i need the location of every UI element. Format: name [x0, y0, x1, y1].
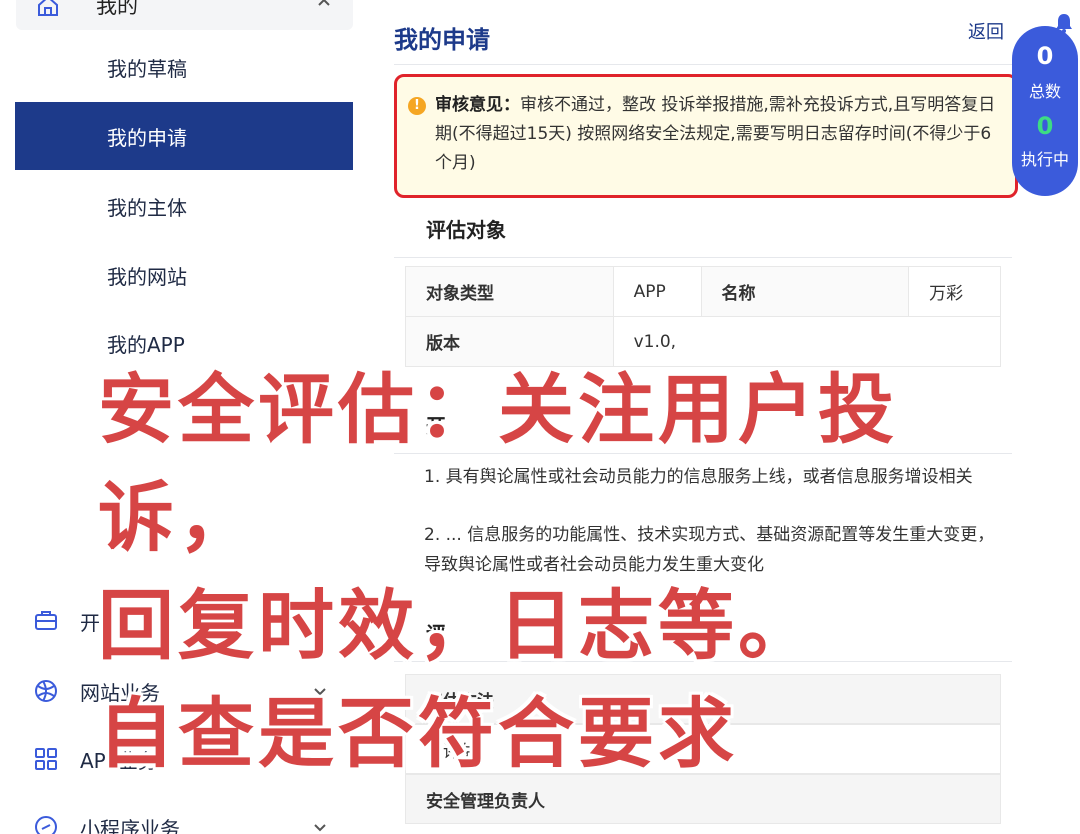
chevron-down-icon: [314, 688, 326, 696]
warning-icon: !: [408, 97, 426, 115]
bell-icon[interactable]: [1054, 12, 1074, 34]
section-title-trigger: 开: [394, 396, 1012, 454]
method-key: 评估方法: [405, 674, 1001, 724]
sidebar-item-websites[interactable]: 我的网站: [15, 241, 353, 309]
sidebar-group-app[interactable]: APP业务: [15, 726, 353, 792]
grid-icon: [35, 748, 57, 770]
sidebar-group-label: 小程序业务: [80, 816, 180, 834]
sidebar-item-applications[interactable]: 我的申请: [15, 102, 353, 170]
divider: [394, 64, 1012, 65]
eval-object-table: 对象类型 APP 名称 万彩 版本 v1.0,: [405, 266, 1002, 367]
chevron-down-icon: [314, 824, 326, 832]
manager-key: 安全管理负责人: [405, 774, 1001, 824]
chevron-up-icon: [318, 0, 330, 6]
home-icon: [38, 0, 58, 16]
table-row: 版本 v1.0,: [405, 316, 1002, 367]
sidebar: 我的 我的草稿 我的申请 我的主体 我的网站 我的APP 开 网站业务 APP业…: [0, 0, 360, 834]
sidebar-group-website[interactable]: 网站业务: [15, 658, 353, 724]
table-key: 版本: [405, 316, 614, 367]
sidebar-group-label: 开: [80, 610, 100, 635]
sidebar-item-drafts[interactable]: 我的草稿: [15, 33, 353, 101]
total-label: 总数: [1028, 82, 1061, 101]
table-row: 对象类型 APP 名称 万彩: [405, 266, 1001, 317]
running-label: 执行中: [1020, 150, 1069, 169]
globe-icon: [35, 680, 57, 702]
paragraph: 2. ... 信息服务的功能属性、技术实现方式、基础资源配置等发生重大变更，导致…: [424, 525, 995, 575]
sidebar-item-apps[interactable]: 我的APP: [15, 309, 353, 377]
sidebar-group-label: 网站业务: [80, 680, 160, 705]
sidebar-item-label: 我的: [96, 0, 138, 18]
total-count: 0: [1036, 42, 1054, 70]
sidebar-group-label: APP业务: [80, 748, 158, 773]
table-value: APP: [612, 266, 702, 317]
back-link[interactable]: 返回: [968, 18, 1004, 44]
running-count: 0: [1036, 112, 1054, 140]
sidebar-group-open[interactable]: 开: [15, 588, 353, 654]
task-counter-widget[interactable]: 0 总数 0 执行中: [1012, 14, 1078, 196]
briefcase-icon: [35, 611, 57, 630]
table-key: 对象类型: [405, 266, 614, 317]
chevron-down-icon: [314, 756, 326, 764]
link-icon: [35, 816, 57, 834]
section-title-eval-object: 评估对象: [394, 200, 1012, 258]
sidebar-item-mine[interactable]: 我的: [16, 0, 353, 30]
main-content: 我的申请 返回 ! 审核意见：审核不通过，整改 投诉举报措施,需补充投诉方式,且…: [394, 0, 1018, 834]
sidebar-item-entities[interactable]: 我的主体: [15, 172, 353, 240]
table-value: v1.0,: [612, 316, 1002, 367]
paragraph: 1. 具有舆论属性或社会动员能力的信息服务上线，或者信息服务增设相关: [424, 467, 973, 487]
table-value: 万彩: [908, 266, 1001, 317]
review-label: 审核意见：: [435, 95, 520, 115]
review-opinion-box: ! 审核意见：审核不通过，整改 投诉举报措施,需补充投诉方式,且写明答复日期(不…: [394, 74, 1018, 198]
sidebar-group-miniprogram[interactable]: 小程序业务: [15, 794, 353, 834]
review-text: 审核不通过，整改 投诉举报措施,需补充投诉方式,且写明答复日期(不得超过15天)…: [435, 95, 996, 173]
table-key: 名称: [700, 266, 910, 317]
method-value: 自评估: [405, 724, 1001, 774]
section-title-method: 评: [394, 604, 1012, 662]
page-title: 我的申请: [394, 26, 490, 54]
